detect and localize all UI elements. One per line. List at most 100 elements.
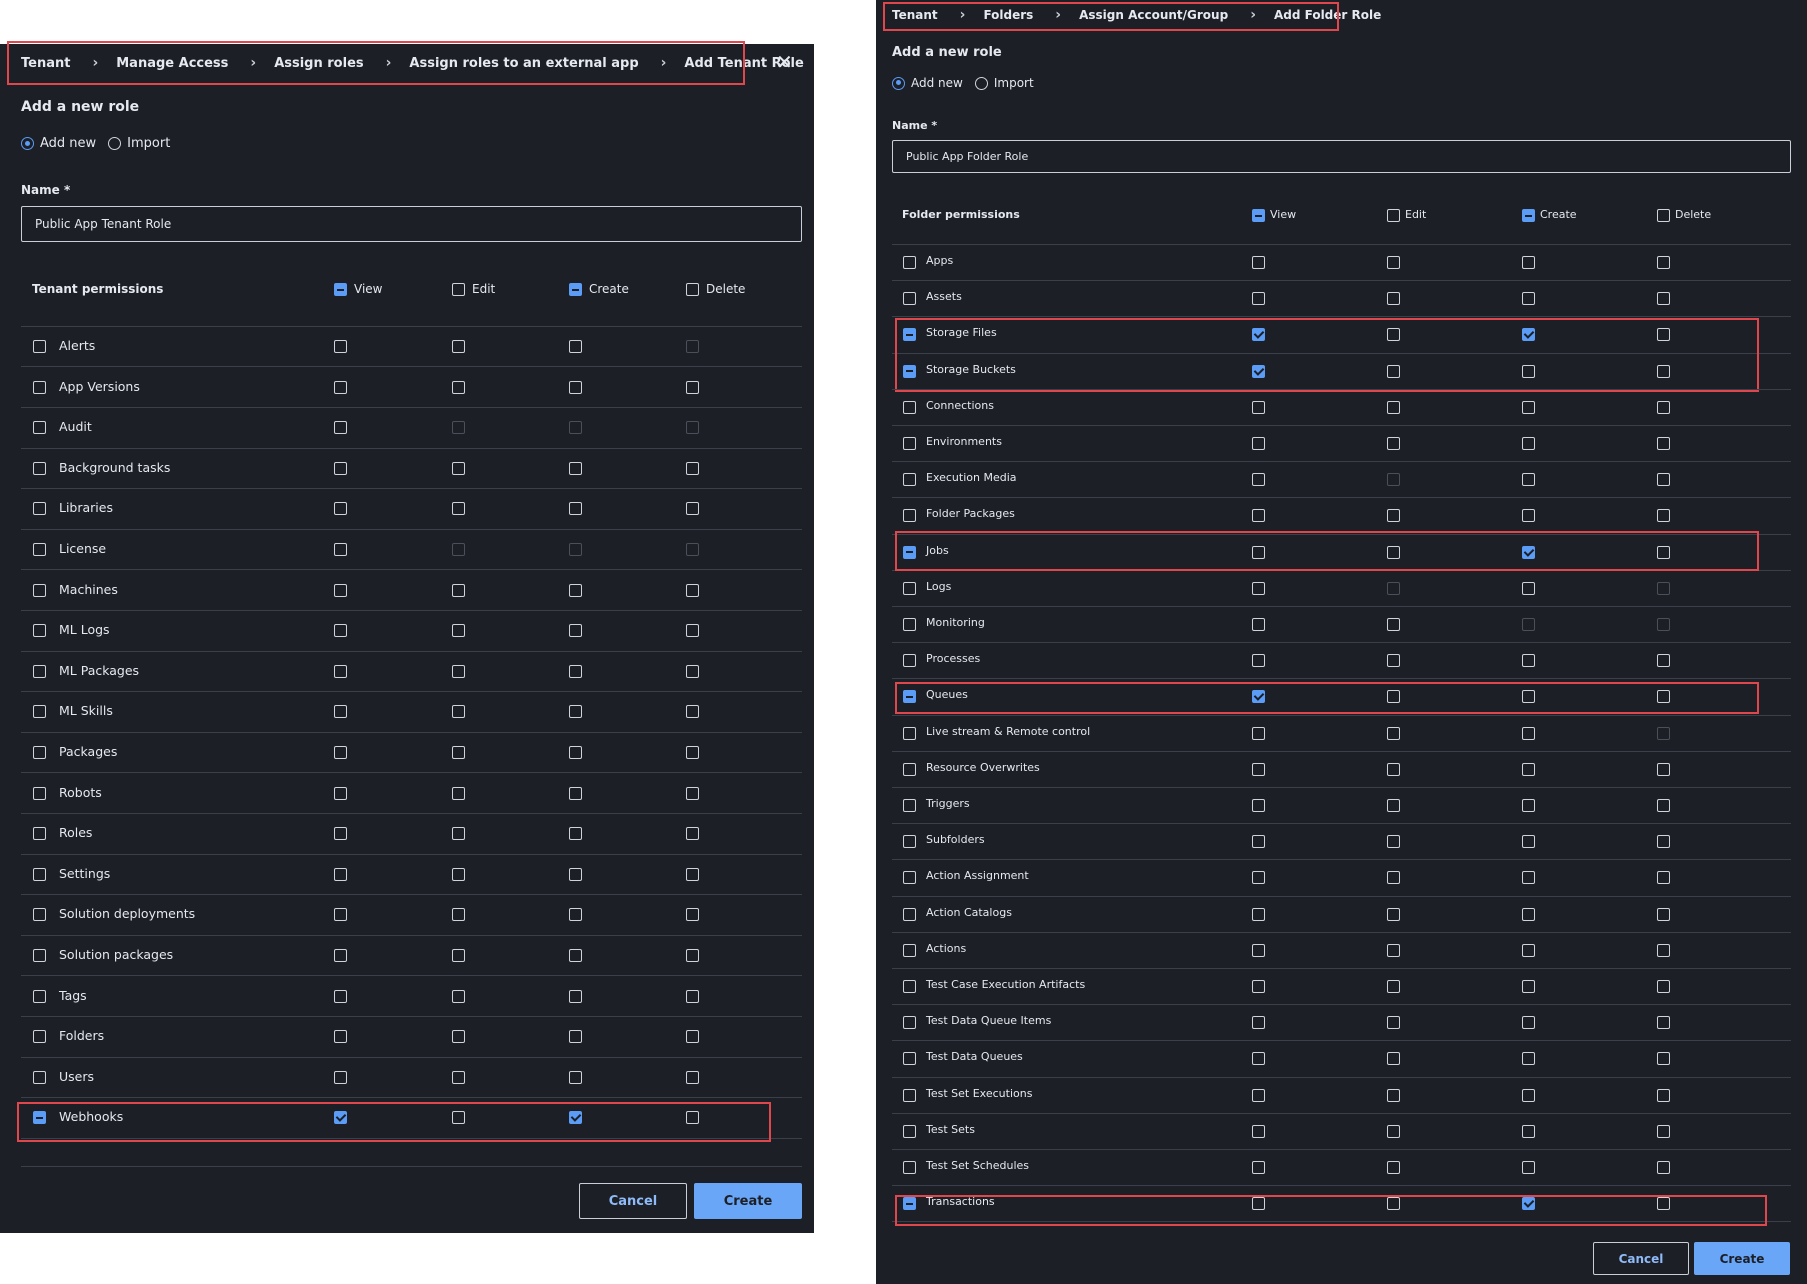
delete-permission-checkbox[interactable] [1657, 1016, 1670, 1030]
row-select-checkbox[interactable] [903, 1161, 916, 1174]
delete-permission-checkbox[interactable] [1657, 980, 1670, 993]
delete-permission-checkbox[interactable] [1657, 690, 1670, 704]
create-permission-checkbox[interactable] [569, 624, 582, 638]
delete-permission-checkbox[interactable] [1657, 1052, 1670, 1066]
row-select-checkbox[interactable] [33, 624, 46, 638]
row-select-checkbox[interactable] [903, 473, 916, 487]
create-permission-checkbox[interactable] [569, 746, 582, 759]
view-permission-checkbox[interactable] [334, 543, 347, 556]
delete-permission-checkbox[interactable] [686, 461, 699, 475]
create-permission-checkbox[interactable] [1522, 835, 1535, 849]
row-select-checkbox[interactable] [33, 1030, 46, 1044]
delete-permission-checkbox[interactable] [686, 908, 699, 922]
view-permission-checkbox[interactable] [334, 624, 347, 638]
view-permission-checkbox[interactable] [334, 421, 347, 435]
delete-permission-checkbox[interactable] [686, 949, 699, 962]
delete-permission-checkbox[interactable] [1657, 292, 1670, 306]
edit-permission-checkbox[interactable] [1387, 618, 1400, 631]
edit-permission-checkbox[interactable] [1387, 328, 1400, 342]
create-permission-checkbox[interactable] [1522, 292, 1535, 306]
edit-permission-checkbox[interactable] [452, 827, 465, 841]
create-permission-checkbox[interactable] [1522, 1124, 1535, 1138]
view-permission-checkbox[interactable] [1252, 364, 1265, 378]
delete-permission-checkbox[interactable] [1657, 509, 1670, 523]
view-permission-checkbox[interactable] [1252, 762, 1265, 776]
edit-permission-checkbox[interactable] [452, 380, 465, 394]
view-permission-checkbox[interactable] [334, 867, 347, 881]
edit-permission-checkbox[interactable] [452, 1030, 465, 1044]
delete-permission-checkbox[interactable] [686, 705, 699, 719]
create-permission-checkbox[interactable] [1522, 400, 1535, 414]
view-permission-checkbox[interactable] [334, 705, 347, 719]
delete-permission-checkbox[interactable] [1657, 799, 1670, 812]
row-select-checkbox[interactable] [903, 364, 916, 378]
breadcrumb-link[interactable]: Folders [983, 8, 1033, 22]
view-permission-checkbox[interactable] [334, 1070, 347, 1084]
breadcrumb-link[interactable]: Assign roles [274, 56, 363, 71]
view-permission-checkbox[interactable] [1252, 328, 1265, 342]
select-all-edit-checkbox[interactable] [452, 283, 465, 296]
row-select-checkbox[interactable] [903, 690, 916, 704]
import-radio[interactable] [974, 76, 988, 90]
breadcrumb-link[interactable]: Assign roles to an external app [409, 56, 638, 71]
edit-permission-checkbox[interactable] [452, 664, 465, 678]
select-all-create-checkbox[interactable] [1522, 209, 1535, 222]
row-select-checkbox[interactable] [33, 543, 46, 556]
row-select-checkbox[interactable] [903, 871, 916, 885]
select-all-delete-checkbox[interactable] [1657, 209, 1670, 222]
select-all-view-checkbox[interactable] [1252, 209, 1265, 222]
edit-permission-checkbox[interactable] [1387, 437, 1400, 450]
create-permission-checkbox[interactable] [1522, 581, 1535, 595]
row-select-checkbox[interactable] [903, 292, 916, 306]
view-permission-checkbox[interactable] [1252, 1161, 1265, 1174]
view-permission-checkbox[interactable] [1252, 1052, 1265, 1066]
row-select-checkbox[interactable] [903, 256, 916, 269]
edit-permission-checkbox[interactable] [1387, 256, 1400, 269]
edit-permission-checkbox[interactable] [1387, 654, 1400, 668]
row-select-checkbox[interactable] [903, 835, 916, 849]
row-select-checkbox[interactable] [903, 726, 916, 740]
row-select-checkbox[interactable] [33, 705, 46, 719]
create-permission-checkbox[interactable] [1522, 1088, 1535, 1102]
create-permission-checkbox[interactable] [1522, 437, 1535, 450]
edit-permission-checkbox[interactable] [452, 867, 465, 881]
create-permission-checkbox[interactable] [1522, 509, 1535, 523]
edit-permission-checkbox[interactable] [1387, 400, 1400, 414]
view-permission-checkbox[interactable] [334, 583, 347, 597]
delete-permission-checkbox[interactable] [686, 786, 699, 800]
delete-permission-checkbox[interactable] [686, 583, 699, 597]
view-permission-checkbox[interactable] [334, 989, 347, 1003]
create-permission-checkbox[interactable] [1522, 762, 1535, 776]
breadcrumb-link[interactable]: Manage Access [116, 56, 228, 71]
row-select-checkbox[interactable] [903, 1016, 916, 1030]
row-select-checkbox[interactable] [903, 943, 916, 957]
create-permission-checkbox[interactable] [569, 705, 582, 719]
row-select-checkbox[interactable] [33, 908, 46, 922]
view-permission-checkbox[interactable] [1252, 256, 1265, 269]
add-new-radio[interactable] [892, 76, 905, 90]
view-permission-checkbox[interactable] [334, 746, 347, 759]
edit-permission-checkbox[interactable] [452, 705, 465, 719]
create-permission-checkbox[interactable] [569, 583, 582, 597]
delete-permission-checkbox[interactable] [1657, 1124, 1670, 1138]
edit-permission-checkbox[interactable] [1387, 1161, 1400, 1174]
edit-permission-checkbox[interactable] [1387, 509, 1400, 523]
edit-permission-checkbox[interactable] [1387, 726, 1400, 740]
delete-permission-checkbox[interactable] [686, 664, 699, 678]
edit-permission-checkbox[interactable] [1387, 799, 1400, 812]
create-permission-checkbox[interactable] [1522, 907, 1535, 921]
delete-permission-checkbox[interactable] [1657, 871, 1670, 885]
view-permission-checkbox[interactable] [334, 380, 347, 394]
row-select-checkbox[interactable] [903, 1197, 916, 1211]
edit-permission-checkbox[interactable] [452, 949, 465, 962]
create-permission-checkbox[interactable] [569, 786, 582, 800]
create-permission-checkbox[interactable] [1522, 545, 1535, 559]
row-select-checkbox[interactable] [33, 949, 46, 962]
edit-permission-checkbox[interactable] [1387, 1016, 1400, 1030]
create-permission-checkbox[interactable] [1522, 654, 1535, 668]
create-permission-checkbox[interactable] [569, 989, 582, 1003]
row-select-checkbox[interactable] [903, 328, 916, 342]
delete-permission-checkbox[interactable] [1657, 328, 1670, 342]
delete-permission-checkbox[interactable] [686, 1070, 699, 1084]
view-permission-checkbox[interactable] [1252, 509, 1265, 523]
